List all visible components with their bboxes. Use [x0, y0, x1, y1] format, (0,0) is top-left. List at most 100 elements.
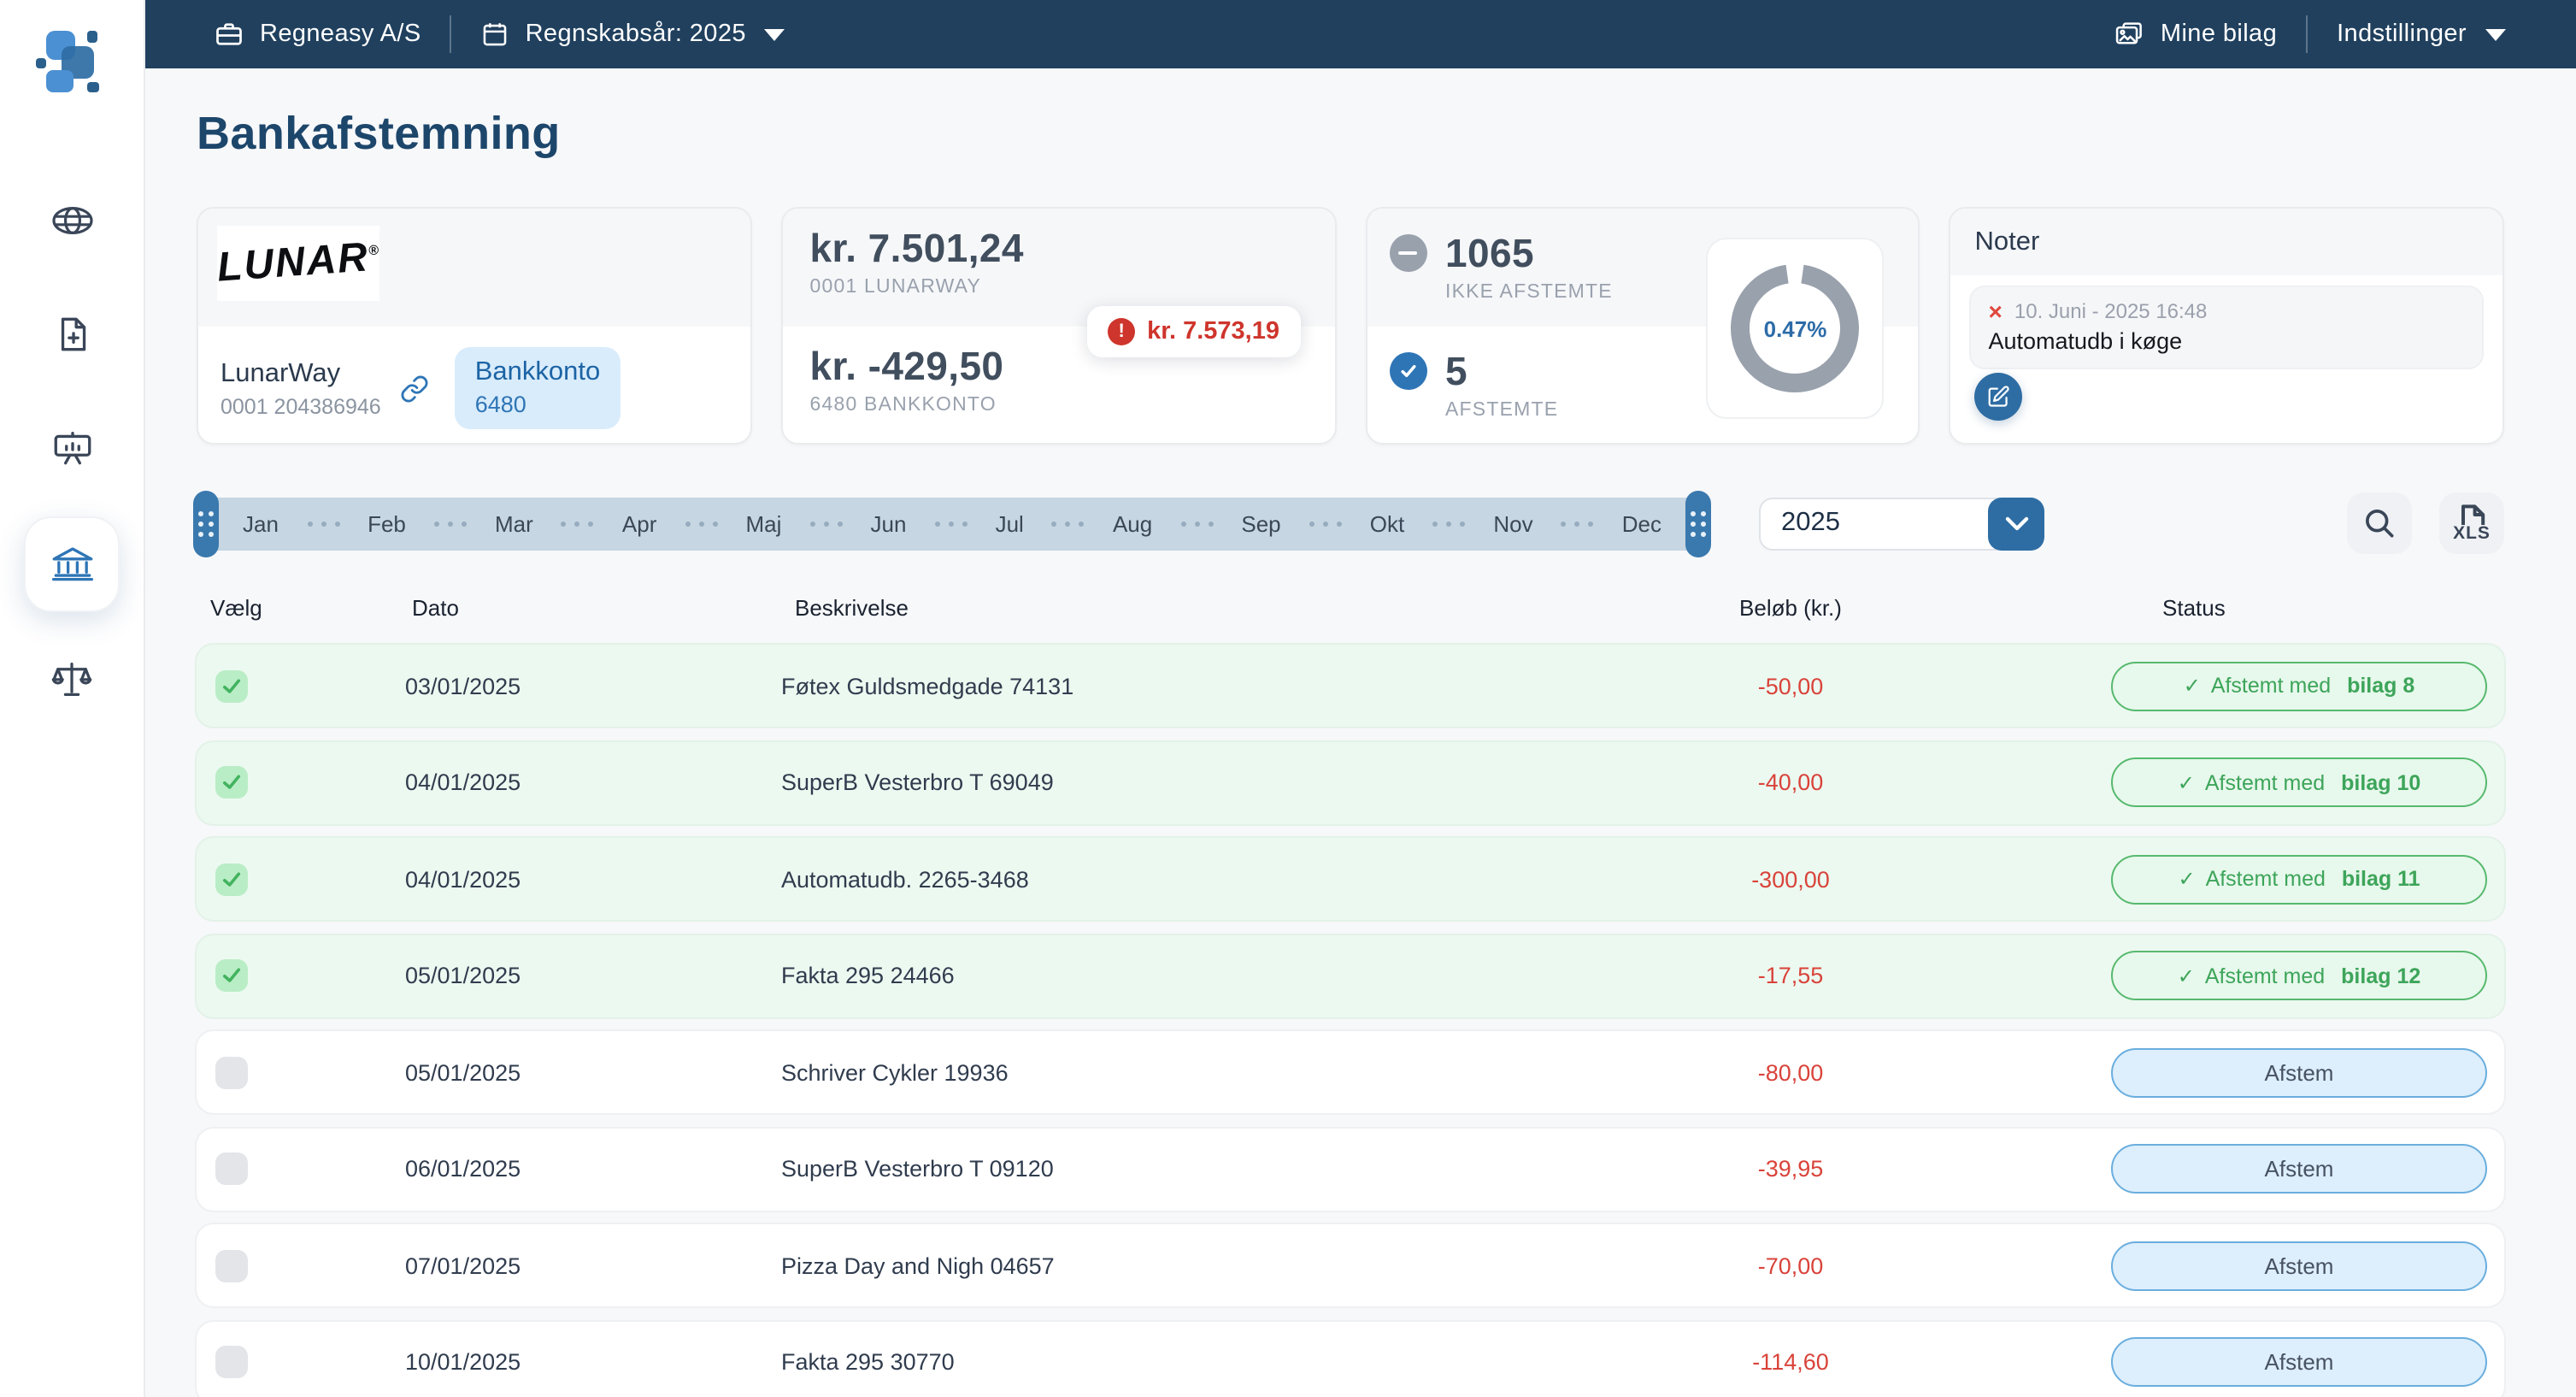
- month-sep[interactable]: Sep: [1241, 510, 1280, 536]
- status-reconciled-badge[interactable]: ✓Afstemt med bilag 8: [2111, 661, 2487, 710]
- sidebar-item-new-document[interactable]: [0, 277, 144, 392]
- table-header: Vælg Dato Beskrivelse Beløb (kr.) Status: [197, 595, 2504, 621]
- month-bar-track: Jan Feb Mar Apr Maj Jun Jul Aug Sep Okt Nov Dec: [243, 510, 1661, 536]
- note-timestamp: 10. Juni - 2025 16:48: [2014, 299, 2208, 323]
- month-separator-dots: [434, 521, 467, 526]
- month-separator-dots: [562, 521, 594, 526]
- balances-card: kr. 7.501,24 0001 LUNARWAY kr. -429,50 6…: [781, 207, 1337, 445]
- difference-badge: ! kr. 7.573,19: [1087, 306, 1300, 357]
- checkmark-icon: [219, 963, 244, 988]
- chevron-down-icon: [2485, 28, 2506, 40]
- month-jun[interactable]: Jun: [871, 510, 907, 536]
- sidebar-item-overview[interactable]: [0, 162, 144, 277]
- row-description: Fakta 295 30770: [778, 1349, 1641, 1375]
- export-xls-button[interactable]: XLS: [2439, 492, 2504, 554]
- status-reconciled-badge[interactable]: ✓Afstemt med bilag 10: [2111, 757, 2487, 807]
- row-checkbox[interactable]: [215, 1346, 248, 1378]
- year-dropdown[interactable]: 2025: [1759, 497, 2044, 550]
- month-okt[interactable]: Okt: [1370, 510, 1404, 536]
- settings-label: Indstillinger: [2337, 21, 2467, 48]
- row-checkbox[interactable]: [215, 863, 248, 895]
- col-header-date: Dato: [402, 595, 778, 621]
- checkmark-icon: [219, 673, 244, 698]
- month-nov[interactable]: Nov: [1493, 510, 1532, 536]
- month-dec[interactable]: Dec: [1622, 510, 1661, 536]
- topbar: Regneasy A/S Regnskabsår: 2025: [145, 0, 2576, 68]
- checkmark-icon: ✓: [2178, 770, 2195, 794]
- table-row[interactable]: 10/01/2025 Fakta 295 30770 -114,60 Afste…: [197, 1321, 2504, 1397]
- row-amount: -39,95: [1641, 1156, 1940, 1182]
- row-amount: -40,00: [1641, 769, 1940, 795]
- month-feb[interactable]: Feb: [368, 510, 406, 536]
- row-checkbox[interactable]: [215, 1152, 248, 1185]
- sidebar-item-reports[interactable]: [0, 392, 144, 506]
- briefcase-icon: [214, 19, 244, 50]
- edit-note-button[interactable]: [1975, 373, 2023, 421]
- row-checkbox[interactable]: [215, 1249, 248, 1282]
- company-name: Regneasy A/S: [260, 21, 421, 48]
- search-button[interactable]: [2347, 492, 2412, 554]
- month-mar[interactable]: Mar: [495, 510, 533, 536]
- col-header-select: Vælg: [197, 595, 402, 621]
- fiscal-year-label: Regnskabsår: 2025: [526, 21, 746, 48]
- delete-note-icon[interactable]: ×: [1989, 301, 2003, 321]
- afstem-button[interactable]: Afstem: [2111, 1144, 2487, 1194]
- month-jul[interactable]: Jul: [996, 510, 1024, 536]
- bank-balance: kr. 7.501,24: [810, 226, 1308, 272]
- row-description: SuperB Vesterbro T 09120: [778, 1156, 1641, 1182]
- row-checkbox[interactable]: [215, 1056, 248, 1088]
- row-description: Fakta 295 24466: [778, 963, 1641, 988]
- range-handle-right[interactable]: [1685, 490, 1711, 557]
- check-circle-icon: [1389, 352, 1426, 390]
- company-selector[interactable]: Regneasy A/S: [214, 19, 421, 50]
- month-maj[interactable]: Maj: [746, 510, 782, 536]
- app-logo-icon[interactable]: [34, 21, 109, 96]
- settings-menu[interactable]: Indstillinger: [2337, 21, 2506, 48]
- month-separator-dots: [1432, 521, 1465, 526]
- row-description: Automatudb. 2265-3468: [778, 866, 1641, 892]
- bankafstemning-page: Regneasy A/S Regnskabsår: 2025: [0, 0, 2576, 1397]
- row-amount: -17,55: [1641, 963, 1940, 988]
- table-row[interactable]: 03/01/2025 Føtex Guldsmedgade 74131 -50,…: [197, 645, 2504, 727]
- table-row[interactable]: 05/01/2025 Fakta 295 24466 -17,55 ✓Afste…: [197, 934, 2504, 1017]
- table-row[interactable]: 06/01/2025 SuperB Vesterbro T 09120 -39,…: [197, 1128, 2504, 1210]
- row-amount: -114,60: [1641, 1349, 1940, 1375]
- range-handle-left[interactable]: [193, 490, 219, 557]
- file-plus-icon: [50, 313, 93, 356]
- month-apr[interactable]: Apr: [622, 510, 656, 536]
- fiscal-year-selector[interactable]: Regnskabsår: 2025: [481, 19, 785, 50]
- row-description: SuperB Vesterbro T 69049: [778, 769, 1641, 795]
- table-row[interactable]: 07/01/2025 Pizza Day and Nigh 04657 -70,…: [197, 1224, 2504, 1306]
- year-dropdown-button[interactable]: [1988, 497, 2044, 550]
- row-date: 10/01/2025: [402, 1349, 778, 1375]
- afstem-button[interactable]: Afstem: [2111, 1337, 2487, 1387]
- notes-title: Noter: [1975, 227, 2040, 257]
- row-amount: -50,00: [1641, 673, 1940, 698]
- progress-donut: 0.47%: [1707, 238, 1885, 419]
- summary-cards: LUNAR® LunarWay 0001 204386946: [197, 207, 2504, 445]
- row-checkbox[interactable]: [215, 766, 248, 799]
- afstem-button[interactable]: Afstem: [2111, 1047, 2487, 1097]
- row-date: 05/01/2025: [402, 963, 778, 988]
- reconciled-percent: 0.47%: [1724, 256, 1867, 400]
- ledger-account-chip[interactable]: Bankkonto 6480: [455, 347, 621, 429]
- bank-balance-label: 0001 LUNARWAY: [810, 277, 1308, 298]
- month-aug[interactable]: Aug: [1113, 510, 1152, 536]
- month-separator-dots: [935, 521, 967, 526]
- mine-bilag-button[interactable]: Mine bilag: [2113, 19, 2277, 50]
- row-amount: -300,00: [1641, 866, 1940, 892]
- sidebar-item-bank[interactable]: [0, 506, 144, 621]
- table-row[interactable]: 05/01/2025 Schriver Cykler 19936 -80,00 …: [197, 1031, 2504, 1113]
- sidebar-item-balance[interactable]: [0, 621, 144, 735]
- table-row[interactable]: 04/01/2025 SuperB Vesterbro T 69049 -40,…: [197, 741, 2504, 823]
- table-row[interactable]: 04/01/2025 Automatudb. 2265-3468 -300,00…: [197, 838, 2504, 920]
- status-reconciled-badge[interactable]: ✓Afstemt med bilag 12: [2111, 951, 2487, 1000]
- row-amount: -80,00: [1641, 1059, 1940, 1085]
- afstem-button[interactable]: Afstem: [2111, 1241, 2487, 1290]
- month-jan[interactable]: Jan: [243, 510, 279, 536]
- row-checkbox[interactable]: [215, 669, 248, 702]
- active-nav-card: [24, 516, 120, 611]
- status-reconciled-badge[interactable]: ✓Afstemt med bilag 11: [2111, 854, 2487, 904]
- row-description: Føtex Guldsmedgade 74131: [778, 673, 1641, 698]
- row-checkbox[interactable]: [215, 959, 248, 992]
